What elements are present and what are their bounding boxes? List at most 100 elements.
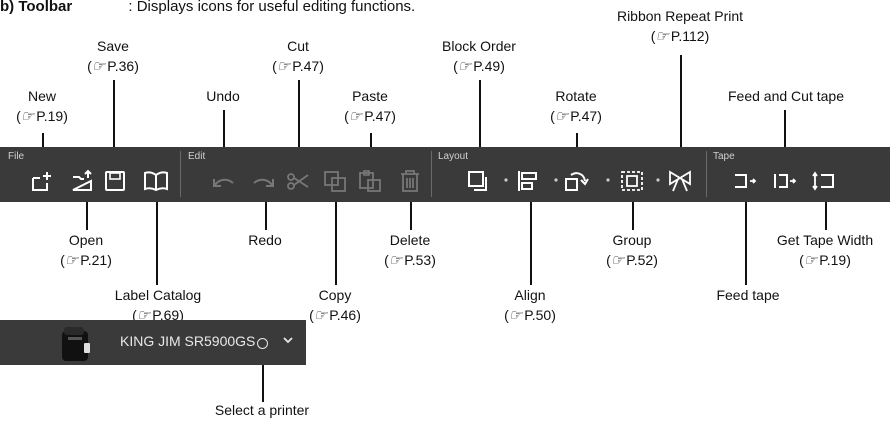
callout-get-tape-width: Get Tape Width (☞ P.19): [777, 230, 873, 271]
hand-pointer-icon: ☞: [610, 252, 625, 269]
callout-rotate: Rotate (☞ P.47): [550, 86, 602, 127]
undo-arrow-icon: [213, 178, 234, 187]
save-button[interactable]: [102, 169, 128, 193]
hand-pointer-icon: ☞: [313, 307, 328, 324]
callout-save: Save (☞ P.36): [87, 36, 139, 77]
feed-and-cut-tape-icon: [774, 174, 797, 188]
hand-pointer-icon: ☞: [348, 108, 363, 125]
leader-line: [156, 195, 158, 285]
toolbar-group-tape: Tape: [713, 151, 735, 162]
dropdown-dot-icon[interactable]: [655, 177, 661, 183]
callout-block-order: Block Order (☞ P.49): [442, 36, 516, 77]
hand-pointer-icon: ☞: [20, 108, 35, 125]
toolbar: File Edit Layout Tape: [0, 147, 890, 202]
dropdown-dot-icon[interactable]: [553, 177, 559, 183]
redo-button[interactable]: [250, 169, 276, 193]
callout-label: Paste: [352, 88, 388, 104]
page-reference: (☞ P.52): [606, 252, 658, 269]
dropdown-dot-icon[interactable]: [503, 177, 509, 183]
callout-label: Redo: [248, 232, 282, 248]
callout-feed-tape: Feed tape: [716, 285, 779, 305]
callout-label: Get Tape Width: [776, 232, 874, 248]
page-reference: (☞ P.47): [272, 58, 324, 75]
toolbar-group-layout: Layout: [438, 151, 469, 162]
callout-feed-and-cut-tape: Feed and Cut tape: [728, 86, 844, 106]
align-left-icon: [518, 171, 537, 191]
group-icon: [621, 171, 643, 191]
delete-button[interactable]: [397, 169, 423, 193]
toolbar-separator: [431, 151, 432, 197]
callout-select-printer: Select a printer: [215, 400, 309, 420]
callout-label: New: [27, 88, 57, 104]
feed-and-cut-tape-button[interactable]: [771, 169, 797, 193]
scissors-icon: [287, 173, 309, 190]
chevron-down-icon[interactable]: [282, 335, 294, 345]
hand-pointer-icon: ☞: [655, 28, 669, 45]
open-book-icon: [144, 171, 168, 192]
feed-tape-button[interactable]: [732, 169, 758, 193]
page-reference: (☞ P.21): [60, 252, 112, 269]
hand-pointer-icon: ☞: [388, 252, 403, 269]
ribbon-repeat-print-button[interactable]: [667, 169, 693, 193]
copy-button[interactable]: [322, 169, 348, 193]
undo-button[interactable]: [211, 169, 237, 193]
floppy-disk-icon: [105, 171, 125, 191]
leader-line: [335, 195, 337, 285]
feed-tape-icon: [735, 174, 757, 188]
callout-label: Delete: [389, 232, 431, 248]
block-order-button[interactable]: [466, 169, 492, 193]
hand-pointer-icon: ☞: [457, 58, 472, 75]
callout-paste: Paste (☞ P.47): [344, 86, 396, 127]
callout-label: Undo: [206, 88, 240, 104]
group-button[interactable]: [619, 169, 645, 193]
paste-clipboard-icon: [359, 170, 381, 192]
page-reference: (☞ P.47): [344, 108, 396, 125]
callout-redo: Redo: [248, 230, 281, 250]
pointer-marker-icon: [257, 338, 268, 349]
printer-selector[interactable]: KING JIM SR5900GS: [0, 320, 306, 365]
hand-pointer-icon: ☞: [554, 108, 569, 125]
rotate-icon: [565, 172, 589, 191]
new-button[interactable]: [29, 169, 55, 193]
hand-pointer-icon: ☞: [91, 58, 106, 75]
callout-label: Save: [97, 38, 129, 54]
callout-label: Group: [612, 232, 652, 248]
callout-group: Group (☞ P.52): [606, 230, 658, 271]
cut-button[interactable]: [285, 169, 311, 193]
open-folder-icon: [72, 169, 92, 191]
redo-arrow-icon: [253, 178, 274, 187]
hand-pointer-icon: ☞: [803, 252, 818, 269]
open-button[interactable]: [70, 169, 96, 193]
paste-button[interactable]: [357, 169, 383, 193]
toolbar-separator: [706, 151, 707, 197]
toolbar-group-edit: Edit: [188, 151, 206, 162]
toolbar-group-file: File: [8, 151, 25, 162]
page-reference: (☞ P.19): [799, 252, 851, 269]
ribbon-bow-icon: [669, 170, 691, 192]
callout-open: Open (☞ P.21): [60, 230, 112, 271]
callout-label: Block Order: [442, 38, 516, 54]
callout-label: Ribbon Repeat Print: [616, 8, 744, 24]
page-reference: (☞ P.112): [650, 28, 710, 45]
hand-pointer-icon: ☞: [64, 252, 79, 269]
callout-label: Copy: [318, 287, 352, 303]
page-reference: (☞ P.46): [309, 307, 361, 324]
callout-label: Cut: [287, 38, 309, 54]
toolbar-separator: [180, 151, 181, 197]
leader-line: [530, 195, 532, 285]
callout-label: Align: [514, 287, 546, 303]
callout-cut: Cut (☞ P.47): [272, 36, 324, 77]
callout-label: Label Catalog: [114, 287, 202, 303]
new-document-icon: [32, 172, 51, 191]
copy-icon: [324, 171, 346, 192]
label-catalog-button[interactable]: [143, 169, 169, 193]
block-order-icon: [468, 171, 487, 191]
rotate-button[interactable]: [563, 169, 589, 193]
printer-device-icon: [62, 327, 90, 361]
callout-new: New (☞ P.19): [16, 86, 68, 127]
dropdown-dot-icon[interactable]: [605, 177, 611, 183]
align-button[interactable]: [515, 169, 541, 193]
tape-width-icon: [812, 171, 834, 191]
printer-name: KING JIM SR5900GS: [120, 333, 256, 349]
get-tape-width-button[interactable]: [811, 169, 837, 193]
